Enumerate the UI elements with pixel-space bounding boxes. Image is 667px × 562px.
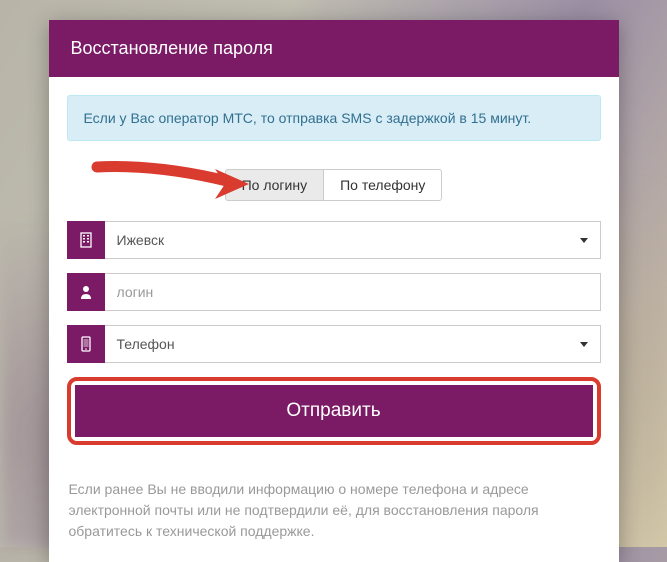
chevron-down-icon — [580, 238, 588, 243]
chevron-down-icon — [580, 342, 588, 347]
phone-value: Телефон — [117, 336, 175, 352]
footer-text: Если ранее Вы не вводили информацию о но… — [69, 481, 539, 539]
panel-content: Если у Вас оператор МТС, то отправка SMS… — [49, 77, 619, 465]
password-recovery-panel: Восстановление пароля Если у Вас операто… — [49, 20, 619, 562]
phone-field: Телефон — [67, 325, 601, 363]
login-input[interactable] — [105, 273, 601, 311]
tabs-row: По логину По телефону — [67, 169, 601, 201]
city-value: Ижевск — [117, 232, 165, 248]
tab-group: По логину По телефону — [225, 169, 443, 201]
submit-button[interactable]: Отправить — [75, 385, 593, 437]
login-field — [67, 273, 601, 311]
submit-highlight-box: Отправить — [67, 377, 601, 445]
footer-note: Если ранее Вы не вводили информацию о но… — [49, 465, 619, 562]
building-icon — [67, 221, 105, 259]
panel-header: Восстановление пароля — [49, 20, 619, 77]
city-select[interactable]: Ижевск — [105, 221, 601, 259]
info-text: Если у Вас оператор МТС, то отправка SMS… — [84, 110, 532, 126]
info-notice: Если у Вас оператор МТС, то отправка SMS… — [67, 95, 601, 141]
page-title: Восстановление пароля — [71, 38, 273, 58]
tab-by-phone[interactable]: По телефону — [323, 169, 442, 201]
phone-icon — [67, 325, 105, 363]
phone-select[interactable]: Телефон — [105, 325, 601, 363]
arrow-annotation-icon — [87, 159, 257, 209]
user-icon — [67, 273, 105, 311]
city-field: Ижевск — [67, 221, 601, 259]
